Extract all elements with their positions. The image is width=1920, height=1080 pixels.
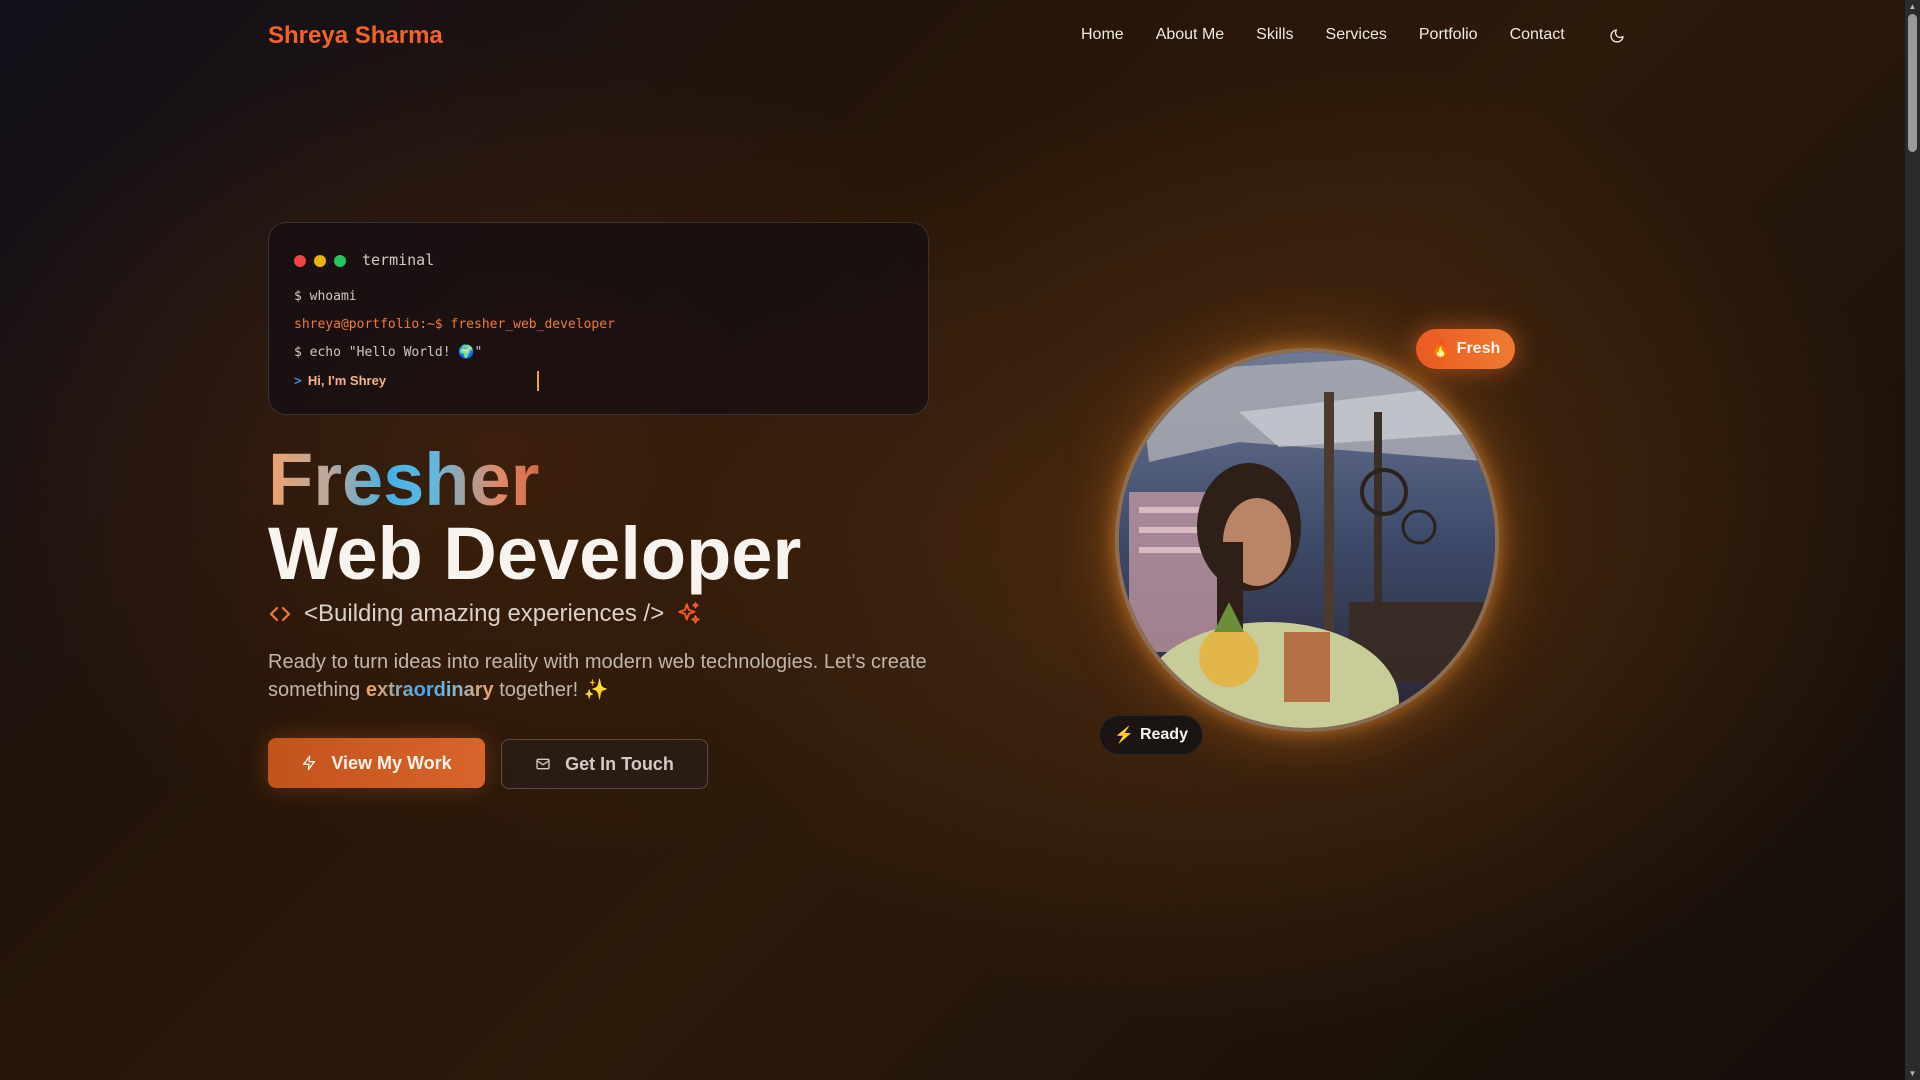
lightning-icon [301, 755, 317, 771]
terminal-title: terminal [362, 251, 435, 269]
scroll-up-icon[interactable]: ▲ [1908, 2, 1917, 11]
brand-logo[interactable]: Shreya Sharma [268, 22, 443, 50]
close-dot [294, 255, 306, 267]
nav-portfolio[interactable]: Portfolio [1419, 26, 1478, 44]
nav-contact[interactable]: Contact [1510, 26, 1565, 44]
nav-links: Home About Me Skills Services Portfolio … [1081, 26, 1597, 44]
window-dots [294, 255, 354, 267]
fire-icon: 🔥 [1430, 341, 1451, 358]
code-icon [269, 606, 291, 622]
theme-toggle-button[interactable] [1605, 24, 1629, 48]
profile-photo [1115, 348, 1499, 732]
sparkles-icon [678, 602, 700, 624]
fresh-badge: 🔥 Fresh [1416, 329, 1515, 369]
tagline: <Building amazing experiences /> [268, 600, 702, 628]
nav-services[interactable]: Services [1326, 26, 1387, 44]
ready-badge-label: Ready [1139, 726, 1188, 743]
navbar: Shreya Sharma Home About Me Skills Servi… [0, 0, 1905, 72]
ready-badge: ⚡ Ready [1099, 715, 1203, 755]
terminal-line-echo: $ echo "Hello World! 🌍" [294, 345, 483, 360]
fresh-badge-label: Fresh [1456, 340, 1501, 357]
terminal-line-whoami: $ whoami [294, 289, 357, 304]
maximize-dot [334, 255, 346, 267]
tagline-text: <Building amazing experiences /> [304, 600, 665, 627]
scroll-thumb[interactable] [1908, 14, 1917, 152]
mail-icon [535, 756, 551, 772]
heading-web-developer: Web Developer [268, 512, 802, 595]
desc-text-end: together! ✨ [493, 679, 609, 701]
terminal-line-typing: > Hi, I'm Shrey [294, 373, 386, 389]
view-my-work-label: View My Work [331, 752, 452, 773]
terminal-line-output: shreya@portfolio:~$ fresher_web_develope… [294, 317, 615, 332]
terminal-prompt: > [294, 374, 302, 389]
moon-icon [1610, 29, 1624, 43]
minimize-dot [314, 255, 326, 267]
nav-skills[interactable]: Skills [1256, 26, 1293, 44]
heading-fresher: Fresher [268, 438, 540, 521]
terminal-cursor [537, 371, 539, 391]
get-in-touch-button[interactable]: Get In Touch [501, 739, 708, 789]
page-scrollbar[interactable]: ▲ ▼ [1905, 0, 1920, 1080]
typed-text: Hi, I'm Shrey [307, 373, 387, 388]
hero-description: Ready to turn ideas into reality with mo… [268, 648, 948, 704]
nav-home[interactable]: Home [1081, 26, 1124, 44]
terminal-card: terminal $ whoami shreya@portfolio:~$ fr… [268, 222, 929, 415]
desc-highlight: extraordinary [365, 679, 494, 701]
view-my-work-button[interactable]: View My Work [268, 738, 485, 788]
lightning-emoji-icon: ⚡ [1114, 727, 1134, 744]
scroll-down-icon[interactable]: ▼ [1908, 1069, 1917, 1078]
nav-about[interactable]: About Me [1156, 26, 1224, 44]
get-in-touch-label: Get In Touch [565, 753, 674, 774]
